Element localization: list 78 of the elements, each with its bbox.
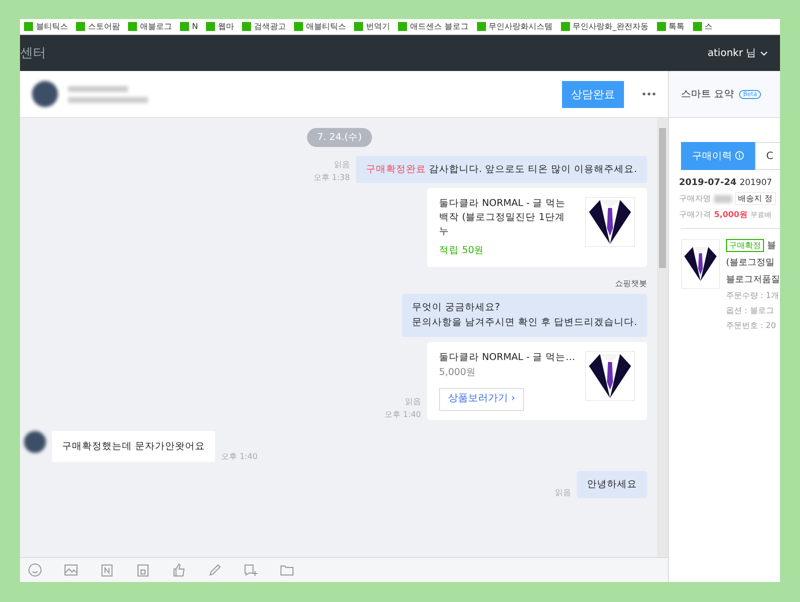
message-bubble: 구매확정완료 감사합니다. 앞으로도 티온 많이 이용해주세요. <box>356 156 647 184</box>
pencil-icon[interactable] <box>208 563 222 577</box>
points-text: 적립 50원 <box>439 244 486 258</box>
message-bubble: 구매확정했는데 문자가안왓어요 <box>52 430 216 462</box>
message-bubble: 안녕하세요 <box>577 470 647 498</box>
read-status: 읽음 <box>405 396 421 407</box>
scrollbar[interactable] <box>657 118 668 557</box>
sender-name: 쇼핑챗봇 <box>615 278 647 290</box>
product-name: (블로그정밀 <box>726 257 776 269</box>
status-tag: 구매확정 <box>726 239 764 252</box>
bookmark-link[interactable]: 무인사랑화시스템 <box>488 19 553 34</box>
read-status: 읽음 <box>334 159 350 170</box>
shipping-button[interactable]: 배송지 정 <box>735 192 776 205</box>
bookmark-icon <box>128 22 137 31</box>
folder-icon[interactable] <box>280 563 294 577</box>
avatar <box>32 81 58 107</box>
order-date: 2019-07-24 <box>679 178 737 188</box>
field-label: 구매자명 <box>679 193 711 204</box>
image-icon[interactable] <box>64 563 78 577</box>
bookmark-icon <box>242 22 251 31</box>
product-name: 블 <box>767 240 776 252</box>
bookmark-link[interactable]: 번역기 <box>366 19 390 34</box>
product-name: 블로그저품질 <box>726 274 780 286</box>
bookmark-link[interactable]: 무인사랑화_완전자동 <box>572 19 649 34</box>
product-title: 둘다클라 NORMAL - 글 먹는 백작 (블로그정밀진단 1단계 누 <box>439 197 567 238</box>
message-time: 오후 1:38 <box>313 172 350 184</box>
bookmark-link[interactable]: 스 <box>704 19 713 34</box>
bookmark-link[interactable]: 검색광고 <box>254 19 286 34</box>
field-label: 구매가격 <box>679 209 711 220</box>
message-bubble: 무엇이 궁금하세요? 문의사항을 남겨주시면 확인 후 답변드리겠습니다. <box>402 294 647 337</box>
bookmark-icon <box>354 22 363 31</box>
order-detail: 주문번호 : 20 <box>726 320 777 331</box>
product-card[interactable]: 둘다클라 NORMAL - 글 먹는… 5,000원 상품보러가기 › <box>427 342 647 420</box>
tab[interactable]: C <box>755 142 780 170</box>
suit-drawing <box>585 197 635 248</box>
info-icon <box>735 151 744 160</box>
bookmark-link[interactable]: 웹마 <box>218 19 234 34</box>
bookmark-icon <box>294 22 303 31</box>
suit-drawing <box>681 239 720 289</box>
bookmark-link[interactable]: 스토어팜 <box>88 19 120 34</box>
bookmark-icon <box>398 22 407 31</box>
bookmark-icon <box>206 22 215 31</box>
view-product-button[interactable]: 상품보러가기 › <box>439 388 524 411</box>
app-title: 센터 <box>20 45 46 62</box>
bookmark-icon <box>560 22 570 31</box>
bookmark-icon <box>180 22 189 31</box>
avatar <box>24 430 46 453</box>
product-card[interactable]: 둘다클라 NORMAL - 글 먹는 백작 (블로그정밀진단 1단계 누 적립 50원 <box>427 188 647 268</box>
thumbs-up-icon[interactable] <box>172 563 186 577</box>
suit-drawing <box>585 350 635 401</box>
bookmark-icon <box>476 22 486 31</box>
bookmark-icon <box>692 22 702 31</box>
user-menu[interactable]: ationkr 님 <box>708 46 756 60</box>
bookmark-link[interactable]: 블티틱스 <box>36 19 68 34</box>
order-detail: 주문수량 : 1개 <box>726 290 780 301</box>
message-time: 오후 1:40 <box>384 408 421 420</box>
blurred-name <box>714 194 732 202</box>
caret-icon[interactable] <box>760 50 768 56</box>
bookmark-link[interactable]: 애블로그 <box>140 19 172 34</box>
message-time: 오후 1:40 <box>221 450 258 462</box>
bookmark-link[interactable]: N <box>192 19 198 34</box>
bookmark-icon <box>656 22 666 31</box>
product-price: 5,000원 <box>439 366 478 380</box>
chat-plus-icon[interactable] <box>244 563 258 577</box>
bookmark-link[interactable]: 톡톡 <box>668 19 685 34</box>
bookmark-icon <box>76 22 85 31</box>
order-detail: 옵션 : 블로그 <box>726 305 775 316</box>
date-divider: 7. 24.(수) <box>307 128 372 147</box>
more-icon[interactable] <box>642 92 656 96</box>
product-title: 둘다클라 NORMAL - 글 먹는… <box>439 350 576 364</box>
order-price: 5,000원 <box>714 209 748 220</box>
smiley-icon[interactable] <box>28 563 42 577</box>
panel-title: 스마트 요약 <box>681 88 734 101</box>
bookmark-link[interactable]: 애블티틱스 <box>306 19 346 34</box>
order-id: 201907 <box>740 178 772 188</box>
bookmark-icon <box>24 22 33 31</box>
read-status: 읽음 <box>555 486 571 498</box>
bookmark-link[interactable]: 애드센스 블로그 <box>410 19 469 34</box>
